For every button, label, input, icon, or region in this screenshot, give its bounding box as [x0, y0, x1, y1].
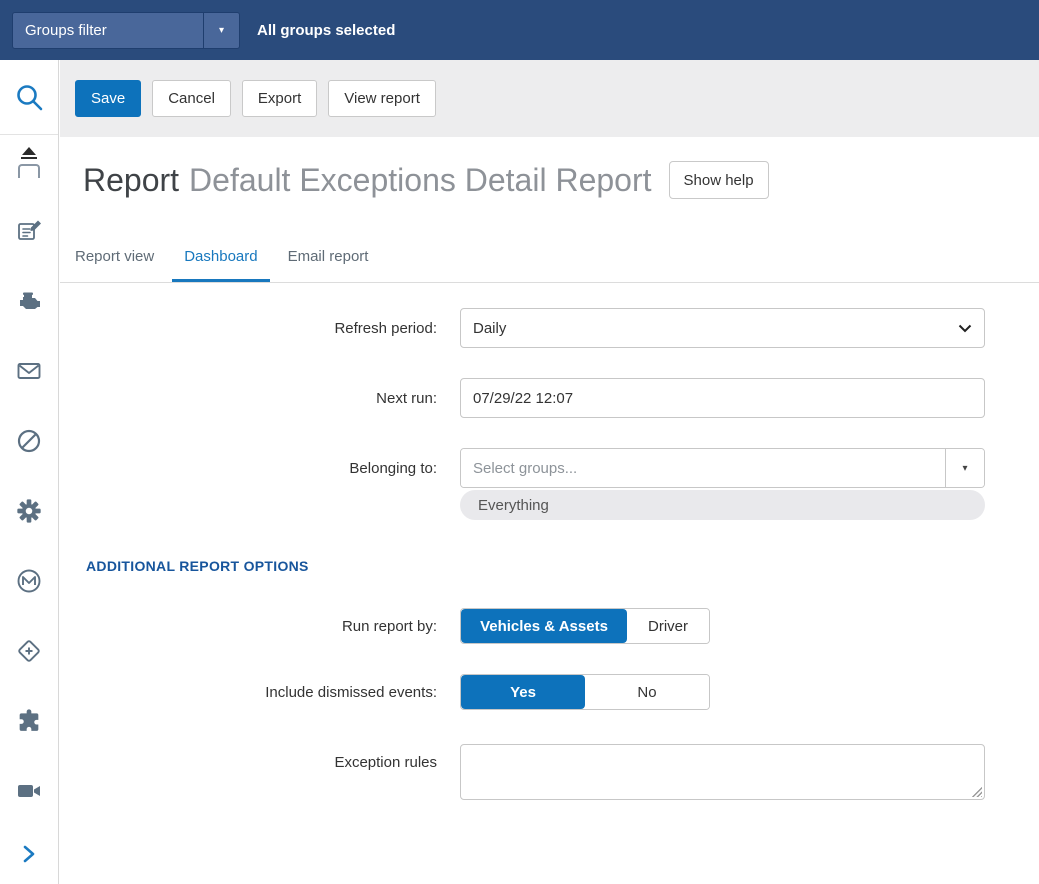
sidebar-expand-button[interactable]	[0, 828, 58, 880]
include-dismissed-row: Include dismissed events: Yes No	[60, 674, 1039, 710]
view-report-button[interactable]: View report	[328, 80, 436, 117]
dashboard-form: Refresh period: Daily Next run: Belongin…	[60, 283, 1039, 800]
next-run-label: Next run:	[60, 390, 437, 407]
exception-rules-label: Exception rules	[60, 744, 437, 771]
activity-chart-icon	[15, 567, 43, 595]
sidebar-scroll-up-button[interactable]	[0, 140, 58, 166]
groups-filter-label: Groups filter	[13, 13, 203, 48]
page-title: Report Default Exceptions Detail Report	[83, 162, 652, 199]
exception-rules-row: Exception rules	[60, 744, 1039, 800]
sidebar-item-zones[interactable]	[0, 616, 58, 686]
groups-filter-button[interactable]: Groups filter ▾	[12, 12, 240, 49]
show-help-button[interactable]: Show help	[669, 161, 769, 199]
belonging-to-label: Belonging to:	[60, 460, 437, 477]
toggle-yes[interactable]: Yes	[461, 675, 585, 709]
engine-icon	[15, 287, 43, 315]
additional-options-heading: ADDITIONAL REPORT OPTIONS	[86, 558, 1039, 574]
sidebar	[0, 60, 59, 884]
toolbar: Save Cancel Export View report	[60, 60, 1039, 137]
sidebar-item-dismissed[interactable]	[0, 406, 58, 476]
tab-dashboard[interactable]: Dashboard	[172, 235, 269, 282]
title-prefix: Report	[83, 162, 179, 198]
next-run-row: Next run:	[60, 378, 1039, 418]
groups-filter-dropdown[interactable]: ▾	[203, 13, 239, 48]
sidebar-item-engine[interactable]	[0, 266, 58, 336]
zones-diamond-icon	[15, 637, 43, 665]
caret-down-icon: ▾	[962, 463, 967, 474]
selected-groups-row: Everything	[60, 490, 1039, 520]
addins-puzzle-icon	[15, 707, 43, 735]
sidebar-item-messages[interactable]	[0, 336, 58, 406]
main-content: Save Cancel Export View report Report Def…	[60, 60, 1039, 884]
dismissed-events-icon	[15, 427, 43, 455]
group-selection-pill: Everything	[460, 490, 985, 520]
belonging-to-row: Belonging to: ▾	[60, 448, 1039, 488]
settings-gear-icon	[15, 497, 43, 525]
scroll-up-bar	[21, 157, 37, 159]
include-dismissed-toggle: Yes No	[460, 674, 710, 710]
sidebar-item-settings[interactable]	[0, 476, 58, 546]
camera-icon	[15, 777, 43, 805]
sidebar-item-search[interactable]	[0, 60, 58, 135]
sidebar-item-activity[interactable]	[0, 546, 58, 616]
belonging-to-combo: ▾	[460, 448, 985, 488]
next-run-input[interactable]	[460, 378, 985, 418]
refresh-period-select[interactable]: Daily	[460, 308, 985, 348]
save-button[interactable]: Save	[75, 80, 141, 117]
groups-selected-status: All groups selected	[257, 22, 395, 39]
run-report-by-toggle: Vehicles & Assets Driver	[460, 608, 710, 644]
refresh-period-native-select[interactable]: Daily	[460, 308, 985, 348]
top-bar: Groups filter ▾ All groups selected	[0, 0, 1039, 60]
run-report-by-row: Run report by: Vehicles & Assets Driver	[60, 608, 1039, 644]
toggle-vehicles-assets[interactable]: Vehicles & Assets	[461, 609, 627, 643]
refresh-period-row: Refresh period: Daily	[60, 308, 1039, 348]
scroll-up-icon	[22, 147, 36, 155]
tab-email-report[interactable]: Email report	[276, 235, 381, 282]
belonging-to-input[interactable]	[461, 449, 945, 487]
report-name: Default Exceptions Detail Report	[189, 162, 651, 198]
sidebar-item-reports[interactable]	[0, 196, 58, 266]
toggle-driver[interactable]: Driver	[627, 609, 709, 643]
refresh-period-label: Refresh period:	[60, 320, 437, 337]
search-icon	[14, 82, 44, 112]
tab-bar: Report view Dashboard Email report	[60, 235, 1039, 283]
caret-down-icon: ▾	[219, 25, 224, 36]
partially-visible-icon	[18, 164, 40, 178]
exception-rules-textarea[interactable]	[460, 744, 985, 800]
messages-icon	[15, 357, 43, 385]
toggle-no[interactable]: No	[585, 675, 709, 709]
expand-chevron-icon	[18, 843, 40, 865]
include-dismissed-label: Include dismissed events:	[60, 684, 437, 701]
belonging-to-dropdown-button[interactable]: ▾	[945, 449, 984, 487]
sidebar-item-camera[interactable]	[0, 756, 58, 826]
rules-report-icon	[15, 217, 43, 245]
title-row: Report Default Exceptions Detail Report S…	[83, 161, 1039, 199]
sidebar-item-partial[interactable]	[0, 164, 58, 178]
export-button[interactable]: Export	[242, 80, 317, 117]
tab-report-view[interactable]: Report view	[63, 235, 166, 282]
sidebar-item-addins[interactable]	[0, 686, 58, 756]
run-report-by-label: Run report by:	[60, 618, 437, 635]
cancel-button[interactable]: Cancel	[152, 80, 231, 117]
